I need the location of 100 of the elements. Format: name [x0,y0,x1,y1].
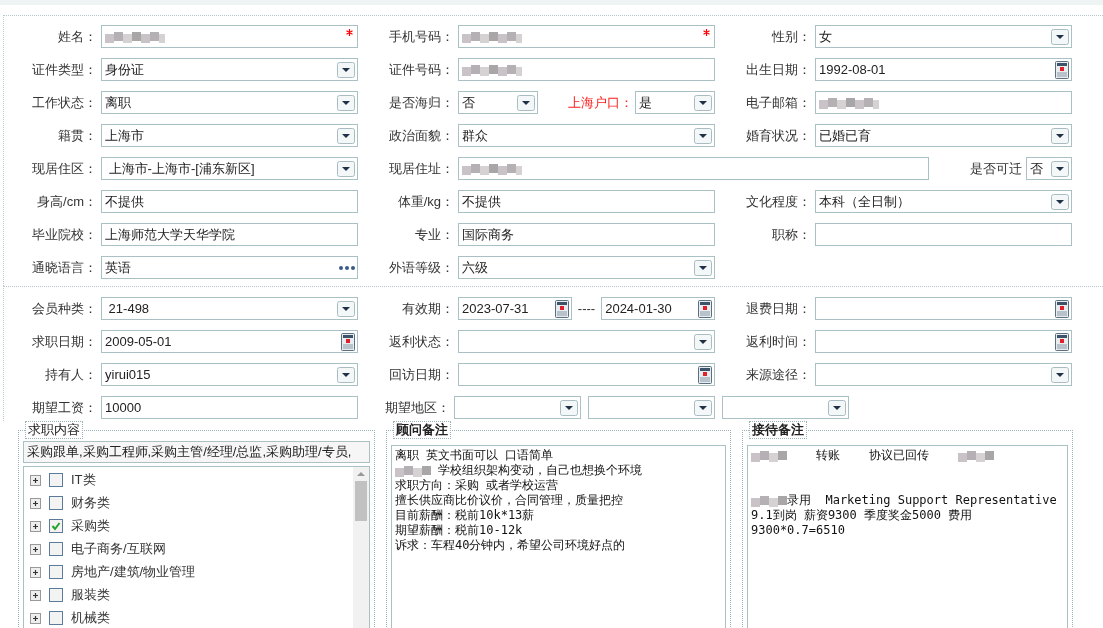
expand-icon[interactable] [30,520,41,532]
calendar-icon[interactable] [554,299,569,318]
more-icon[interactable] [339,264,355,271]
checkbox[interactable] [49,611,63,625]
text-field[interactable]: 上海师范大学天华学院 [101,223,358,246]
tree-item[interactable]: IT类 [71,470,96,490]
field-label: 来源途径： [745,365,812,384]
field-label: 期望工资： [31,398,98,417]
expand-icon[interactable] [30,566,41,578]
text-field[interactable]: 不提供 [458,190,715,213]
date-field[interactable] [815,330,1072,353]
field-label: 性别： [771,27,812,46]
dropdown[interactable]: yirui015 [101,363,358,386]
calendar-icon[interactable] [1055,332,1069,351]
calendar-icon[interactable] [698,365,712,384]
text-field[interactable] [815,223,1072,246]
dropdown[interactable]: 群众 [458,124,715,147]
field-label: 专业： [414,225,455,244]
dropdown[interactable]: 21-498 [101,297,358,320]
field-label: 会员种类： [31,299,98,318]
text-field[interactable] [101,25,358,48]
dropdown[interactable]: 上海市 [101,124,358,147]
tree-item[interactable]: 机械类 [71,608,110,628]
field-label: 工作状态： [31,93,98,112]
field-label: 政治面貌： [388,126,455,145]
expand-icon[interactable] [30,612,41,624]
tree-item[interactable]: 采购类 [71,516,110,536]
panel-title: 顾问备注 [393,421,451,439]
field-label: 返利状态： [388,332,455,351]
expand-icon[interactable] [30,497,41,509]
checkbox[interactable] [49,496,63,510]
checkbox[interactable] [49,473,63,487]
field-label: 持有人： [44,365,98,384]
checkbox[interactable] [49,519,63,533]
calendar-icon[interactable] [698,299,712,318]
expand-icon[interactable] [30,474,41,486]
date-field[interactable]: 1992-08-01 [815,58,1072,81]
asterisk-icon [703,29,710,36]
date-field[interactable]: 2009-05-01 [101,330,358,353]
field-label: 证件类型： [31,60,98,79]
tree-item[interactable]: 房地产/建筑/物业管理 [71,562,196,582]
dropdown[interactable]: 否 [1026,157,1072,180]
checkbox[interactable] [49,565,63,579]
field-label: 返利时间： [745,332,812,351]
calendar-icon[interactable] [341,332,355,351]
field-label: 是否海归： [388,93,455,112]
dropdown[interactable]: 否 [458,91,538,114]
checkbox[interactable] [49,588,63,602]
field-label: 体重/kg： [396,192,455,211]
field-label: 电子邮箱： [745,93,812,112]
text-field[interactable] [815,91,1072,114]
text-field[interactable] [458,58,715,81]
dropdown[interactable]: 女 [815,25,1072,48]
field-label: 现居住区： [31,159,98,178]
notes-textarea[interactable]: 离职 英文书面可以 口语简单 学校组织架构变动，自己也想换个环境 求职方向：采购 或者学校运营 擅长供应商比价议价，合同管理，质量把控 目前薪酬：税前10k*13薪 期望薪酬：税前10-12k 诉求：车程40分钟内，希望公司环境好点的 [391,445,726,628]
tree-item[interactable]: 电子商务/互联网 [71,539,166,559]
text-field[interactable] [458,25,715,48]
scroll-thumb[interactable] [355,481,367,521]
field-label: 上海户口： [567,93,634,112]
field-label: 退费日期： [745,299,812,318]
date-field[interactable] [815,297,1072,320]
text-field[interactable]: 国际商务 [458,223,715,246]
tree-item[interactable]: 服装类 [71,585,110,605]
dropdown[interactable]: 离职 [101,91,358,114]
tree-item[interactable]: 财务类 [71,493,110,513]
expand-icon[interactable] [30,589,41,601]
field-label: 姓名： [57,27,98,46]
checkbox[interactable] [49,542,63,556]
date-field[interactable]: 2024-01-30 [601,297,715,320]
dropdown[interactable]: 身份证 [101,58,358,81]
text-field[interactable] [458,157,929,180]
lookup-field[interactable]: 英语 [101,256,358,279]
notes-textarea[interactable]: 转账 协议已回传 录用 Marketing Support Representative 9.1到岗 薪资9300 季度奖金5000 费用9300*0.7=6510 [747,445,1068,628]
dropdown[interactable]: 六级 [458,256,715,279]
text-field[interactable]: 不提供 [101,190,358,213]
text-field[interactable]: 10000 [101,396,358,419]
scrollbar[interactable] [353,467,369,628]
asterisk-icon [346,29,353,36]
panel-title: 接待备注 [749,421,807,439]
dropdown[interactable]: 本科（全日制） [815,190,1072,213]
date-field[interactable]: 2023-07-31 [458,297,572,320]
field-label: 期望地区： [384,398,451,417]
dropdown[interactable]: 上海市-上海市-[浦东新区] [101,157,358,180]
field-label: 手机号码： [388,27,455,46]
field-label: 现居住址： [388,159,455,178]
date-field[interactable] [458,363,715,386]
field-label: 回访日期： [388,365,455,384]
field-label: 身高/cm： [36,192,98,211]
dropdown[interactable]: 已婚已育 [815,124,1072,147]
selection-field[interactable]: 采购跟单,采购工程师,采购主管/经理/总监,采购助理/专员, [23,441,370,463]
calendar-icon[interactable] [1055,60,1069,79]
field-label: 文化程度： [745,192,812,211]
field-label: 籍贯： [57,126,98,145]
field-label: 婚育状况： [745,126,812,145]
expand-icon[interactable] [30,543,41,555]
field-label: 是否可迁 [969,159,1023,178]
dropdown[interactable]: 是 [635,91,715,114]
range-separator: ---- [576,299,597,318]
field-label: 外语等级： [388,258,455,277]
calendar-icon[interactable] [1055,299,1069,318]
